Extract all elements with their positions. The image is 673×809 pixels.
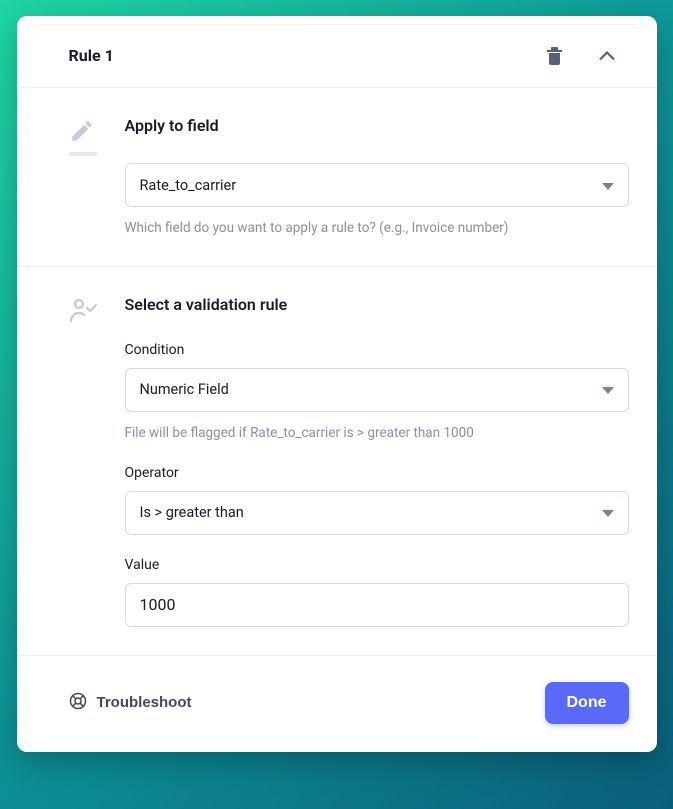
caret-down-icon	[602, 504, 614, 521]
caret-down-icon	[602, 381, 614, 398]
value-input[interactable]: 1000	[125, 583, 629, 627]
caret-down-icon	[602, 177, 614, 194]
rule-header-actions	[542, 42, 619, 69]
chevron-up-icon	[599, 51, 615, 61]
collapse-rule-button[interactable]	[595, 47, 619, 65]
condition-value: Numeric Field	[140, 381, 229, 398]
help-icon	[69, 692, 87, 714]
done-button[interactable]: Done	[545, 682, 629, 724]
user-check-icon	[69, 295, 97, 627]
apply-field-value: Rate_to_carrier	[140, 177, 237, 194]
condition-select[interactable]: Numeric Field	[125, 368, 629, 412]
apply-section: Apply to field Rate_to_carrier Which fie…	[17, 88, 657, 267]
apply-section-title: Apply to field	[125, 116, 629, 135]
operator-label: Operator	[125, 465, 629, 481]
value-label: Value	[125, 557, 629, 573]
condition-helper: File will be flagged if Rate_to_carrier …	[125, 424, 629, 443]
trash-icon	[546, 46, 563, 65]
condition-label: Condition	[125, 342, 629, 358]
rule-header: Rule 1	[17, 16, 657, 88]
operator-select[interactable]: Is > greater than	[125, 491, 629, 535]
operator-value: Is > greater than	[140, 504, 244, 521]
card-footer: Troubleshoot Done	[17, 656, 657, 728]
troubleshoot-button[interactable]: Troubleshoot	[69, 692, 192, 714]
pencil-icon	[69, 116, 97, 238]
apply-field-select[interactable]: Rate_to_carrier	[125, 163, 629, 207]
troubleshoot-label: Troubleshoot	[97, 694, 192, 711]
validation-section-title: Select a validation rule	[125, 295, 629, 314]
delete-rule-button[interactable]	[542, 42, 567, 69]
value-value: 1000	[140, 595, 176, 614]
validation-section: Select a validation rule Condition Numer…	[17, 267, 657, 656]
apply-field-helper: Which field do you want to apply a rule …	[125, 219, 629, 238]
rule-card: Rule 1	[17, 16, 657, 752]
rule-title: Rule 1	[69, 46, 542, 65]
